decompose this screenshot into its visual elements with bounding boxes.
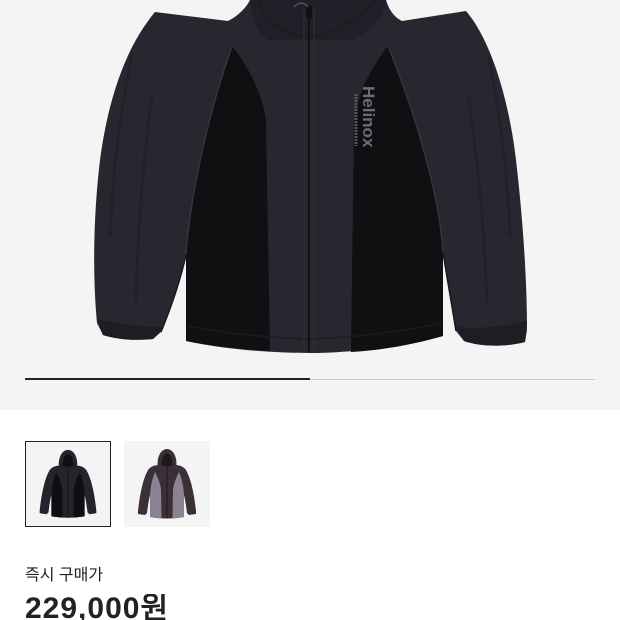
black-jacket-thumbnail bbox=[39, 449, 97, 518]
product-image[interactable]: Helinox bbox=[0, 0, 620, 362]
chest-logo-text: Helinox bbox=[359, 86, 378, 148]
purple-jacket-thumbnail bbox=[138, 449, 196, 519]
jacket-shell bbox=[94, 0, 527, 353]
instant-buy-price-label: 즉시 구매가 bbox=[25, 567, 104, 584]
instant-buy-price: 229,000원 bbox=[25, 594, 170, 620]
gallery-progress-fill bbox=[25, 378, 310, 380]
product-gallery[interactable]: Helinox bbox=[0, 0, 620, 410]
thumbnail-2[interactable] bbox=[124, 441, 210, 527]
gallery-progress-indicator bbox=[25, 378, 595, 380]
zipper-pull bbox=[306, 6, 312, 18]
thumbnail-1[interactable] bbox=[25, 441, 111, 527]
